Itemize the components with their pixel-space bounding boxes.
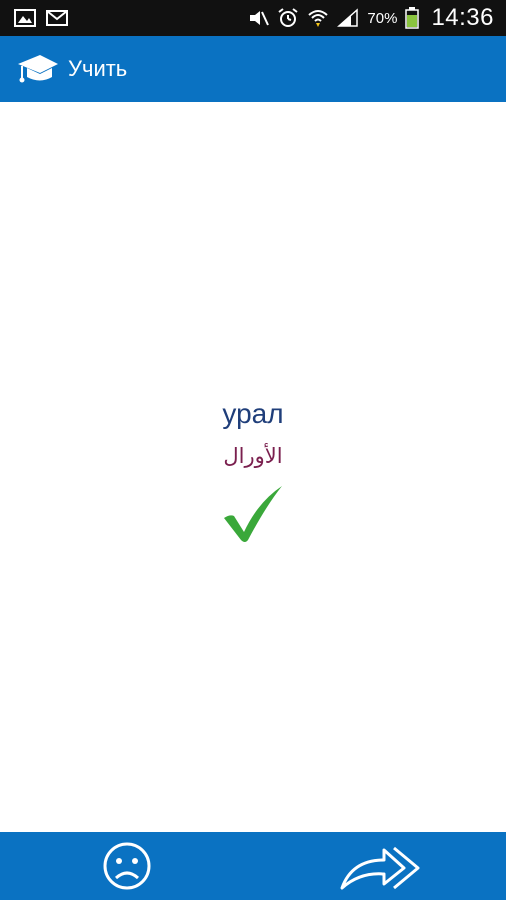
screen: 70% 14:36 Учить урал الأورال [0,0,506,900]
checkmark-icon [224,486,282,542]
flashcard-word: урал [222,398,284,429]
flashcard-area[interactable]: урал الأورال [0,102,506,832]
signal-icon [337,8,359,27]
flashcard-translation: الأورال [223,444,283,468]
action-bar: Учить [0,36,506,102]
clock: 14:36 [431,4,494,31]
mail-icon [46,10,68,26]
dont-know-button[interactable] [98,840,156,892]
sad-face-icon [103,842,151,890]
status-left [14,8,68,28]
next-button[interactable] [338,840,424,892]
status-right: 70% 14:36 [247,0,494,36]
battery-icon [405,7,420,29]
wifi-icon [308,10,329,27]
graduation-cap-icon[interactable] [16,52,60,86]
forward-arrow-icon [340,846,420,890]
page-title: Учить [68,56,128,81]
image-icon [14,9,36,27]
battery-percent: 70% [367,9,398,27]
bottom-bar [0,832,506,900]
status-bar: 70% 14:36 [0,0,506,36]
alarm-icon [278,8,299,27]
mute-icon [250,11,270,26]
